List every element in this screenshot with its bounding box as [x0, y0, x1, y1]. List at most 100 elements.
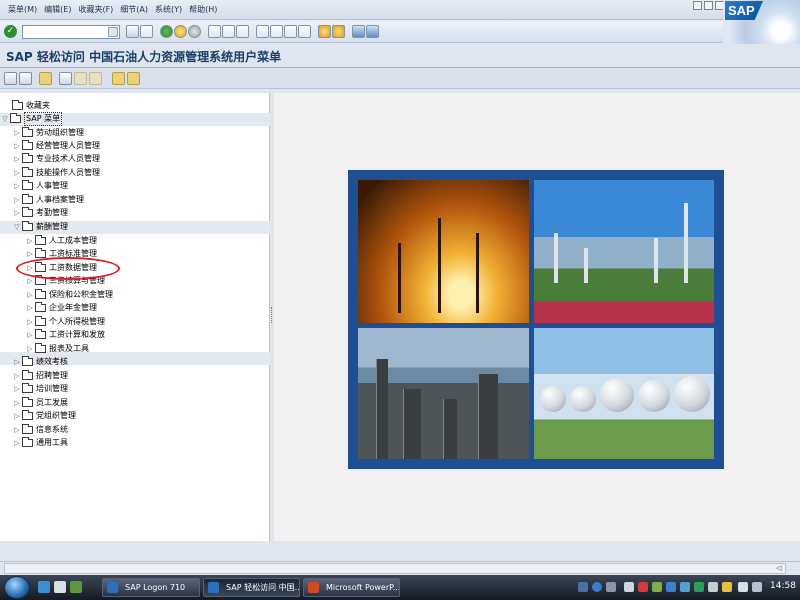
- menu-item-details[interactable]: 细节(A): [120, 4, 148, 15]
- last-page-icon[interactable]: [298, 25, 311, 38]
- expand-icon[interactable]: ▷: [12, 129, 22, 137]
- tree-item[interactable]: ▷ 经营管理人员管理: [12, 140, 100, 152]
- splitter-grip[interactable]: [271, 307, 273, 323]
- expand-icon[interactable]: ▷: [25, 237, 35, 245]
- help-tray-icon[interactable]: [592, 582, 602, 592]
- expand-icon[interactable]: ▷: [12, 399, 22, 407]
- expand-icon[interactable]: ▷: [12, 372, 22, 380]
- language-icon[interactable]: [578, 582, 588, 592]
- expand-icon[interactable]: ▷: [12, 169, 22, 177]
- minimize-button[interactable]: [693, 1, 702, 10]
- expand-icon[interactable]: ▷: [12, 196, 22, 204]
- tree-subitem[interactable]: ▷ 报表及工具: [25, 343, 89, 355]
- menu-item-help[interactable]: 帮助(H): [189, 4, 217, 15]
- expand-icon[interactable]: ▷: [25, 277, 35, 285]
- tree-item[interactable]: ▷ 信息系统: [12, 424, 68, 436]
- tree-item[interactable]: ▷ 人事档案管理: [12, 194, 84, 206]
- exit-icon[interactable]: [174, 25, 187, 38]
- delete-favorite-icon[interactable]: [74, 72, 87, 85]
- tree-item[interactable]: ▷ 员工发展: [12, 397, 68, 409]
- show-desktop-icon[interactable]: [54, 581, 66, 593]
- expand-icon[interactable]: ▷: [25, 318, 35, 326]
- expand-icon[interactable]: ▷: [12, 142, 22, 150]
- move-down-icon[interactable]: [112, 72, 125, 85]
- ie-icon[interactable]: [38, 581, 50, 593]
- tree-item[interactable]: ▷ 专业技术人员管理: [12, 153, 100, 165]
- command-history-dropdown[interactable]: [108, 27, 118, 37]
- tree-sap-menu[interactable]: ▽ SAP 菜单: [0, 112, 63, 126]
- tree-item[interactable]: ▷ 人事管理: [12, 180, 68, 192]
- previous-page-icon[interactable]: [270, 25, 283, 38]
- tree-item[interactable]: ▷ 党组织管理: [12, 410, 76, 422]
- menu-item-favorites[interactable]: 收藏夹(F): [78, 4, 113, 15]
- tree-item-salary[interactable]: ▽ 薪酬管理: [12, 221, 68, 233]
- maximize-button[interactable]: [704, 1, 713, 10]
- layout-menu-icon[interactable]: [366, 25, 379, 38]
- expand-icon[interactable]: ▷: [25, 345, 35, 353]
- start-button[interactable]: [4, 576, 30, 599]
- messenger-icon[interactable]: [694, 582, 704, 592]
- create-shortcut-icon[interactable]: [332, 25, 345, 38]
- tree-item[interactable]: ▷ 劳动组织管理: [12, 127, 84, 139]
- change-favorite-icon[interactable]: [89, 72, 102, 85]
- expand-icon[interactable]: ▷: [12, 412, 22, 420]
- add-favorite-icon[interactable]: [59, 72, 72, 85]
- back-icon[interactable]: [160, 25, 173, 38]
- display-icon[interactable]: [738, 582, 748, 592]
- task-sap-logon[interactable]: SAP Logon 710: [102, 578, 200, 597]
- expand-icon[interactable]: ▷: [25, 331, 35, 339]
- ime-icon[interactable]: [606, 582, 616, 592]
- usb-icon[interactable]: [708, 582, 718, 592]
- create-session-icon[interactable]: [318, 25, 331, 38]
- find-next-icon[interactable]: [236, 25, 249, 38]
- menu-item-edit[interactable]: 编辑(E): [44, 4, 71, 15]
- print-icon[interactable]: [208, 25, 221, 38]
- battery-icon[interactable]: [722, 582, 732, 592]
- quick-launch-icon[interactable]: [70, 581, 82, 593]
- arrow-left-small-icon[interactable]: [126, 25, 139, 38]
- tree-item[interactable]: ▷ 绩效考核: [12, 356, 68, 368]
- find-icon[interactable]: [222, 25, 235, 38]
- menu-item-system[interactable]: 系统(Y): [155, 4, 182, 15]
- user-menu-icon[interactable]: [4, 72, 17, 85]
- expand-icon[interactable]: ▷: [12, 155, 22, 163]
- expand-icon[interactable]: ▷: [12, 426, 22, 434]
- command-field[interactable]: [22, 25, 120, 39]
- expand-icon[interactable]: ▷: [12, 182, 22, 190]
- move-up-icon[interactable]: [127, 72, 140, 85]
- other-menu-icon[interactable]: [39, 72, 52, 85]
- cancel-icon[interactable]: [188, 25, 201, 38]
- tree-item[interactable]: ▷ 招聘管理: [12, 370, 68, 382]
- collapse-icon[interactable]: ▽: [12, 223, 22, 231]
- expand-icon[interactable]: ▷: [25, 304, 35, 312]
- tree-item[interactable]: ▷ 培训管理: [12, 383, 68, 395]
- tree-subitem[interactable]: ▷ 保险和公积金管理: [25, 289, 113, 301]
- network-icon[interactable]: [666, 582, 676, 592]
- next-page-icon[interactable]: [284, 25, 297, 38]
- tray-icon[interactable]: [624, 582, 634, 592]
- task-sap-menu[interactable]: SAP 轻松访问 中国...: [203, 578, 300, 597]
- sync-icon[interactable]: [680, 582, 690, 592]
- save-icon[interactable]: [140, 25, 153, 38]
- enter-icon[interactable]: ✓: [4, 25, 17, 38]
- status-expand-icon[interactable]: ◁: [776, 564, 781, 572]
- sap-menu-icon[interactable]: [19, 72, 32, 85]
- tree-item[interactable]: ▷ 考勤管理: [12, 207, 68, 219]
- expand-icon[interactable]: ▷: [25, 250, 35, 258]
- expand-icon[interactable]: ▷: [12, 358, 22, 366]
- expand-icon[interactable]: ▷: [12, 385, 22, 393]
- volume-icon[interactable]: [752, 582, 762, 592]
- tree-item[interactable]: ▷ 通用工具: [12, 437, 68, 449]
- clock[interactable]: 14:58: [770, 581, 796, 591]
- tree-subitem[interactable]: ▷ 个人所得税管理: [25, 316, 105, 328]
- tree-item[interactable]: ▷ 技能操作人员管理: [12, 167, 100, 179]
- expand-icon[interactable]: ▷: [12, 439, 22, 447]
- expand-icon[interactable]: ▷: [25, 291, 35, 299]
- collapse-icon[interactable]: ▽: [0, 115, 10, 123]
- tree-subitem[interactable]: ▷ 工资计算和发放: [25, 329, 105, 341]
- update-icon[interactable]: [652, 582, 662, 592]
- expand-icon[interactable]: ▷: [12, 209, 22, 217]
- tree-subitem[interactable]: ▷ 人工成本管理: [25, 235, 97, 247]
- tree-favorites[interactable]: 收藏夹: [2, 100, 50, 112]
- first-page-icon[interactable]: [256, 25, 269, 38]
